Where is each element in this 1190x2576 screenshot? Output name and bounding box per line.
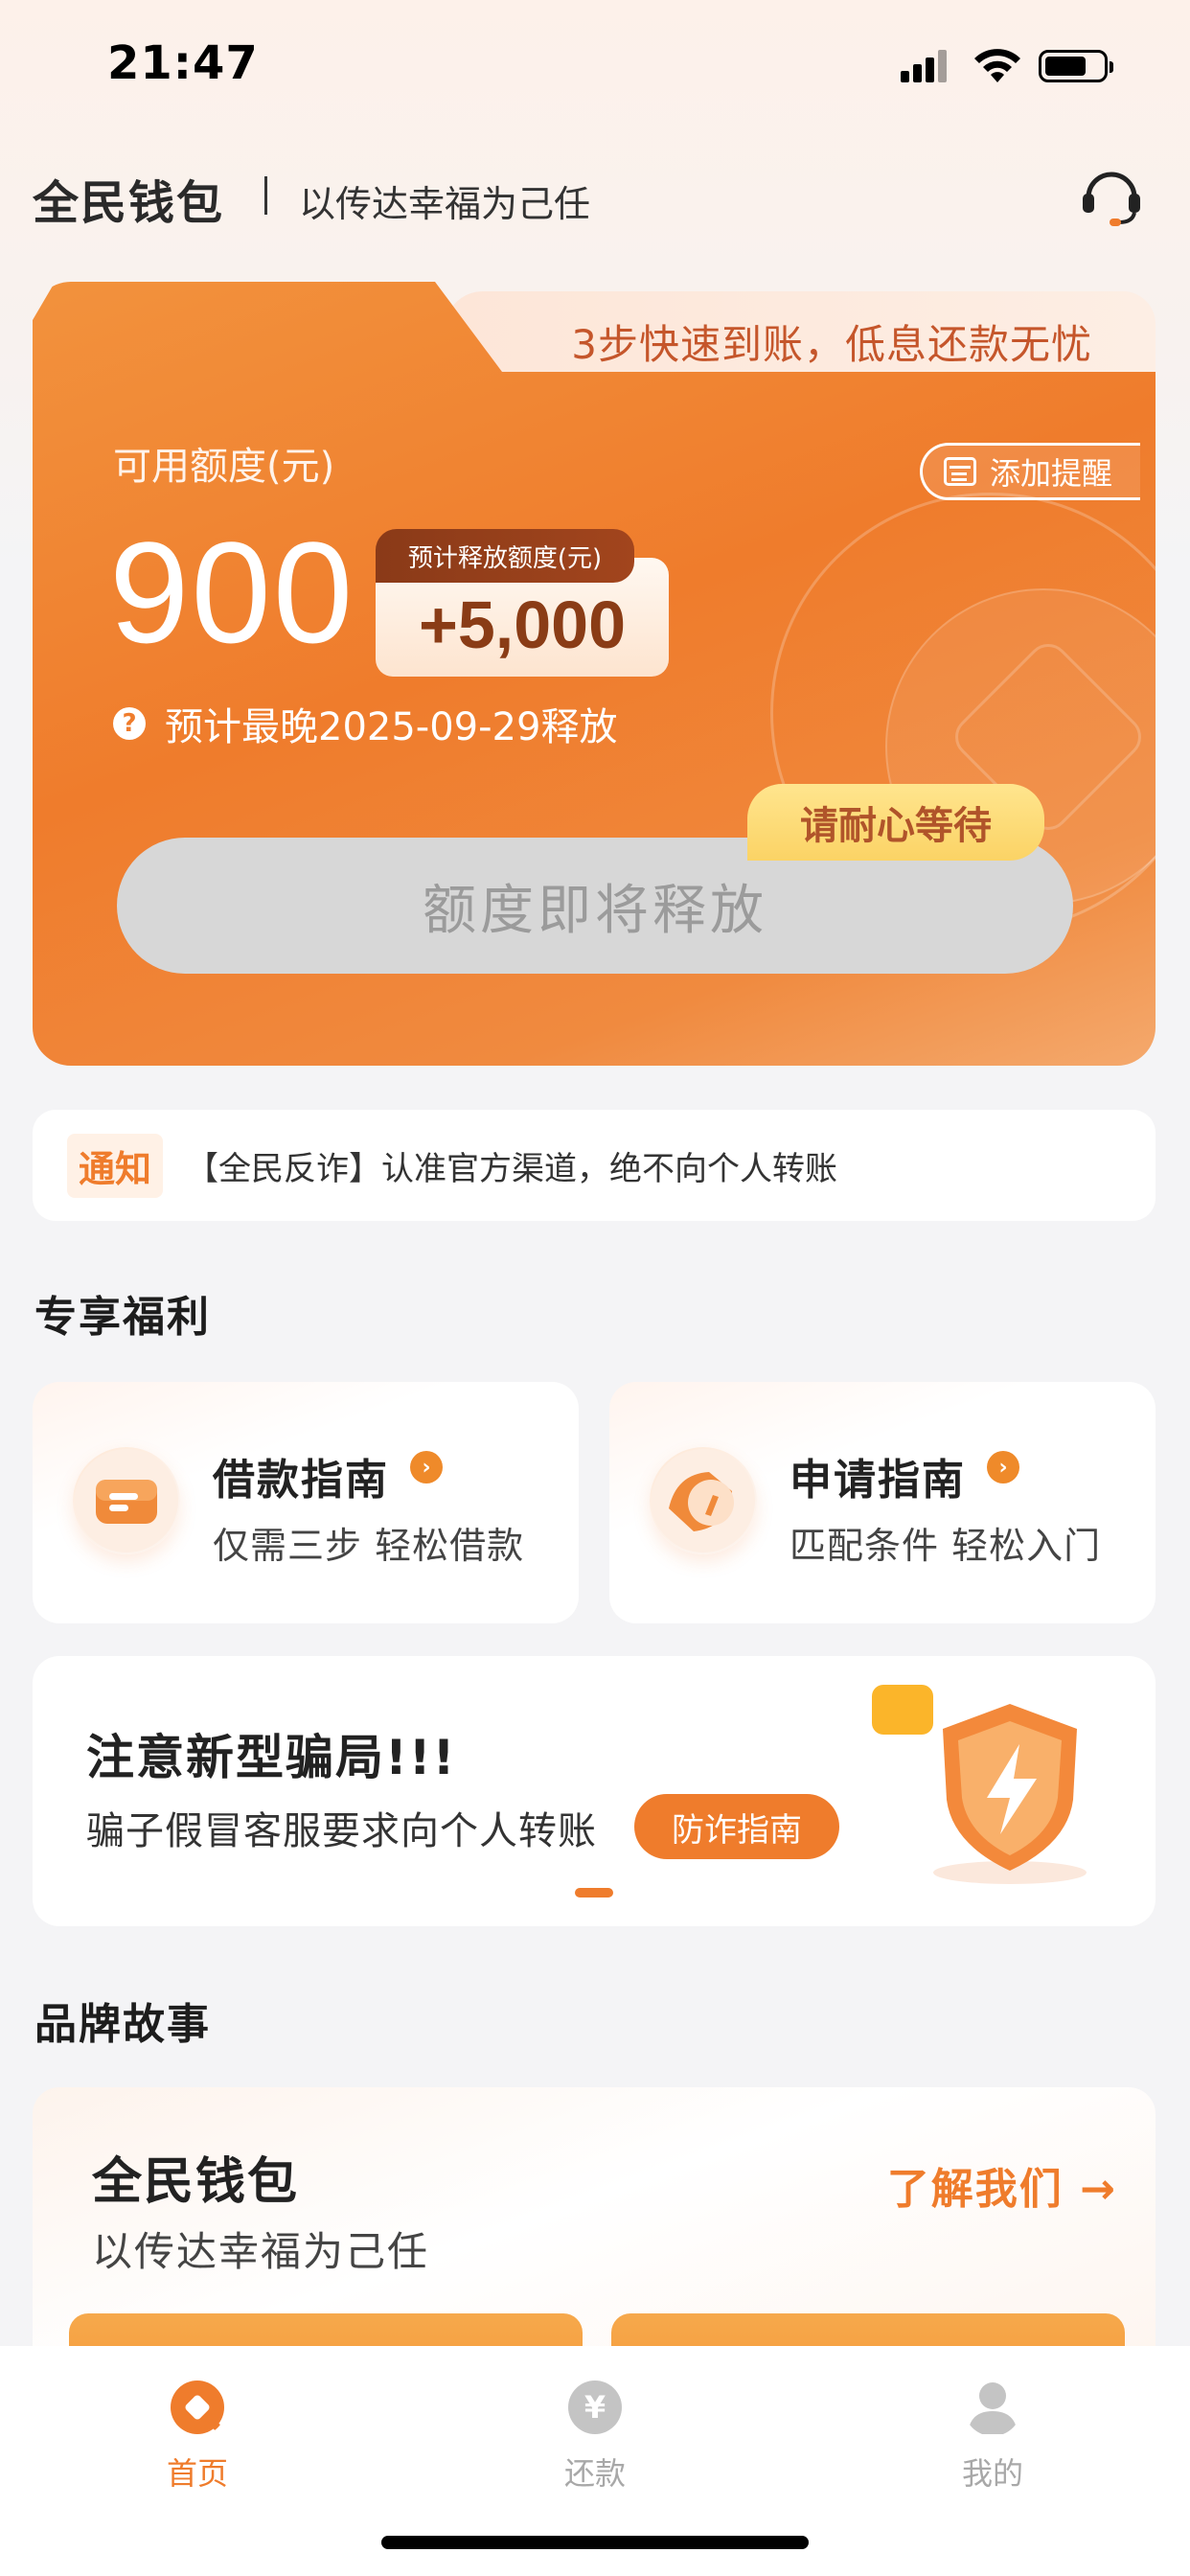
carousel-indicator [575,1888,613,1898]
wait-badge: 请耐心等待 [747,784,1044,861]
apply-guide-title: 申请指南 [790,1456,966,1505]
anti-fraud-banner[interactable]: 注意新型骗局!!! 骗子假冒客服要求向个人转账 防诈指南 [33,1656,1156,1926]
anti-fraud-subtitle: 骗子假冒客服要求向个人转账 [86,1809,597,1853]
home-indicator [381,2536,809,2549]
chevron-right-icon: › [987,1451,1019,1484]
status-time: 21:47 [107,36,259,90]
brand-story-card[interactable]: 全民钱包 以传达幸福为己任 了解我们 → [33,2087,1156,2375]
calendar-icon [944,457,976,486]
cellular-signal-icon [901,50,949,82]
loan-guide-card[interactable]: 借款指南 › 仅需三步 轻松借款 [33,1382,579,1623]
anti-fraud-title: 注意新型骗局!!! [86,1730,457,1785]
svg-text:¥: ¥ [584,2389,606,2426]
battery-icon [1039,50,1113,82]
loan-guide-icon [73,1447,180,1554]
notice-bar[interactable]: 通知 【全民反诈】认准官方渠道，绝不向个人转账 [33,1110,1156,1221]
credit-card: 3步快速到账，低息还款无忧 可用额度(元) 添加提醒 900 预计释放额度(元)… [33,282,1156,1066]
user-icon [968,2382,1018,2434]
apply-guide-card[interactable]: 申请指南 › 匹配条件 轻松入门 [609,1382,1156,1623]
about-us-link[interactable]: 了解我们 → [887,2154,1117,2216]
card-promo-text: 3步快速到账，低息还款无忧 [571,321,1092,368]
tab-profile[interactable]: 我的 [897,2365,1088,2509]
status-bar: 21:47 [0,0,1190,134]
question-icon: ? [113,707,146,740]
add-reminder-button[interactable]: 添加提醒 [920,443,1140,500]
notice-text: 【全民反诈】认准官方渠道，绝不向个人转账 [186,1149,838,1188]
compass-icon [650,1447,757,1554]
brand-story-subtitle: 以传达幸福为己任 [92,2228,430,2275]
brand-story-section-title: 品牌故事 [34,2000,211,2049]
home-icon [171,2380,224,2434]
brand-logo-text: 全民钱包 [33,176,225,230]
release-date-text: 预计最晚2025-09-29释放 [165,705,618,749]
brand-slogan: 以传达幸福为己任 [299,183,591,225]
chevron-right-icon: › [410,1451,443,1484]
brand-story-title: 全民钱包 [92,2153,300,2211]
app-header: 全民钱包 以传达幸福为己任 [0,144,1190,249]
credit-release-button-label: 额度即将释放 [423,879,767,942]
header-divider [264,176,267,215]
notice-tag: 通知 [67,1133,164,1198]
apply-guide-subtitle: 匹配条件 轻松入门 [790,1525,1102,1567]
shield-icon [933,1704,1087,1884]
tab-profile-label: 我的 [961,2455,1023,2492]
wait-badge-text: 请耐心等待 [800,804,992,848]
release-credit-box: 预计释放额度(元) +5,000 [376,529,673,677]
loan-guide-subtitle: 仅需三步 轻松借款 [213,1525,525,1567]
loan-guide-title: 借款指南 [213,1456,389,1505]
customer-service-icon[interactable] [1077,161,1146,230]
tab-home-label: 首页 [166,2455,228,2492]
yuan-icon: ¥ [568,2380,622,2434]
release-credit-tag: 预计释放额度(元) [376,529,634,583]
benefits-section-title: 专享福利 [34,1293,211,1342]
wifi-icon [974,49,1020,82]
tab-home[interactable]: 首页 [102,2365,293,2509]
available-credit-label: 可用额度(元) [113,445,335,489]
anti-fraud-guide-button[interactable]: 防诈指南 [634,1794,839,1859]
add-reminder-label: 添加提醒 [990,455,1113,492]
tab-repay[interactable]: ¥ 还款 [499,2365,691,2509]
tab-repay-label: 还款 [563,2455,626,2492]
release-date-row[interactable]: ? 预计最晚2025-09-29释放 [113,696,617,751]
available-credit-amount: 900 [109,512,355,673]
